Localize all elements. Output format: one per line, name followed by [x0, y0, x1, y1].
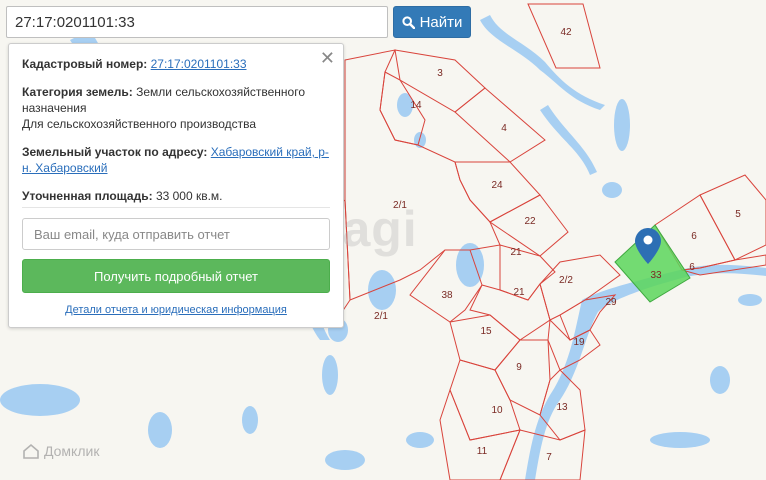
area-value: 33 000 кв.м. — [155, 189, 223, 203]
parcel-label-14: 14 — [410, 100, 422, 111]
parcel-label-11: 11 — [477, 446, 488, 457]
parcel-label-6-north: 6 — [691, 231, 697, 242]
find-button[interactable]: Найти — [393, 6, 471, 38]
parcel-label-21: 21 — [513, 287, 525, 298]
parcel-label-13: 13 — [556, 402, 568, 413]
home-icon — [23, 443, 39, 459]
email-field[interactable] — [22, 218, 330, 250]
parcel-label-6-south: 6 — [689, 262, 695, 273]
parcel-label-22: 22 — [524, 216, 536, 227]
close-icon[interactable]: ✕ — [320, 49, 335, 67]
parcel-label-21-north: 21 — [510, 247, 522, 258]
area-row: Уточненная площадь: 33 000 кв.м. — [22, 188, 330, 204]
domclick-attribution: Домклик — [22, 443, 99, 459]
cadastral-number-row: Кадастровый номер: 27:17:0201101:33 — [22, 56, 330, 72]
cadastral-number-link[interactable]: 27:17:0201101:33 — [151, 57, 247, 71]
parcel-label-19: 19 — [573, 337, 585, 348]
parcel-label-33: 33 — [650, 270, 662, 281]
report-details-link-wrap: Детали отчета и юридическая информация — [22, 304, 330, 316]
parcel-label-29: 29 — [605, 297, 617, 308]
parcel-label-2-2: 2/2 — [559, 275, 573, 286]
parcel-label-2-1-south: 2/1 — [374, 311, 388, 322]
attribution-text: Домклик — [44, 443, 100, 459]
parcel-label-24: 24 — [491, 180, 503, 191]
parcel-label-15: 15 — [480, 326, 492, 337]
report-details-link[interactable]: Детали отчета и юридическая информация — [65, 304, 287, 316]
parcel-label-7: 7 — [546, 452, 552, 463]
land-use-value: Для сельскохозяйственного производства — [22, 117, 257, 131]
parcel-label-3: 3 — [437, 68, 443, 79]
find-button-label: Найти — [419, 13, 463, 31]
cadastral-number-label: Кадастровый номер: — [22, 57, 148, 71]
get-report-button[interactable]: Получить подробный отчет — [22, 259, 330, 293]
area-label: Уточненная площадь: — [22, 189, 153, 203]
land-category-row: Категория земель: Земли сельскохозяйстве… — [22, 84, 330, 132]
address-row: Земельный участок по адресу: Хабаровский… — [22, 144, 330, 176]
parcel-label-38: 38 — [441, 290, 453, 301]
parcel-label-5: 5 — [735, 209, 741, 220]
address-label: Земельный участок по адресу: — [22, 145, 208, 159]
panel-divider — [22, 207, 330, 208]
cadastral-search-input[interactable] — [6, 6, 388, 38]
land-category-label: Категория земель: — [22, 85, 133, 99]
parcel-label-9: 9 — [516, 362, 522, 373]
parcel-label-42: 42 — [560, 27, 572, 38]
parcel-info-panel: ✕ Кадастровый номер: 27:17:0201101:33 Ка… — [8, 43, 344, 328]
parcel-label-10: 10 — [491, 405, 503, 416]
parcel-label-4: 4 — [501, 123, 507, 134]
search-icon — [401, 15, 415, 29]
